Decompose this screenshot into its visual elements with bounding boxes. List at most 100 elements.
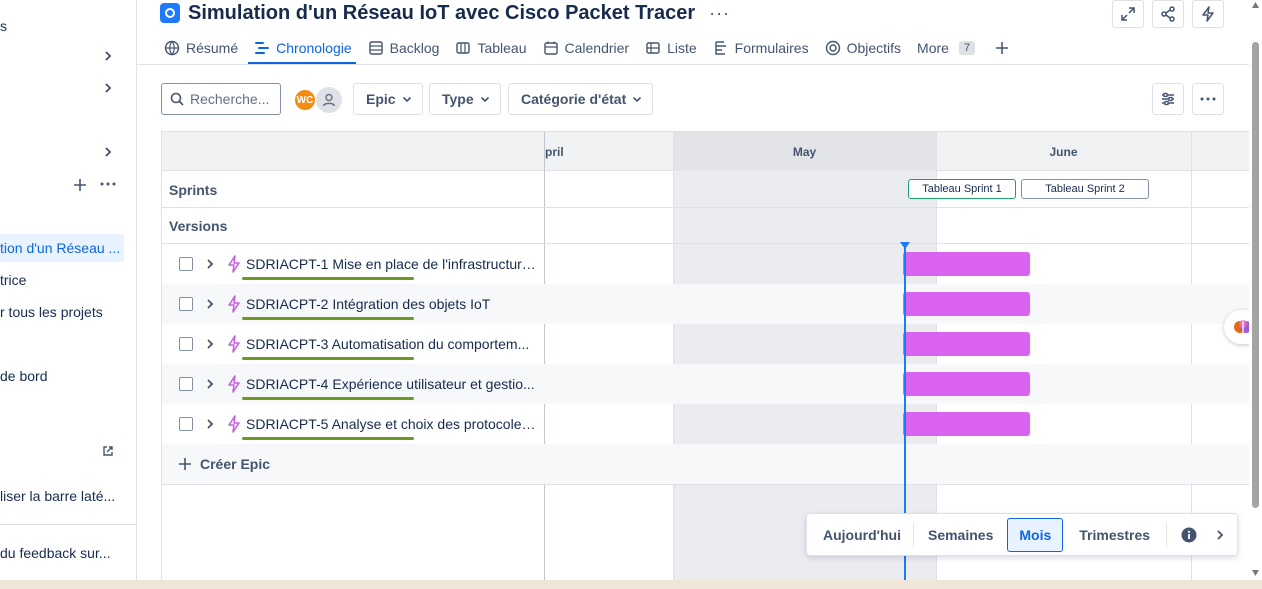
lane-divider <box>162 484 1249 485</box>
epic-checkbox[interactable] <box>179 297 193 311</box>
tab-goals[interactable]: Objectifs <box>821 34 913 62</box>
target-icon <box>825 40 840 56</box>
chevron-right-icon[interactable] <box>204 257 216 271</box>
filter-status-category-button[interactable]: Catégorie d'état <box>508 83 654 115</box>
epic-progress-bar <box>242 317 414 320</box>
epic-checkbox[interactable] <box>179 257 193 271</box>
epic-row[interactable]: SDRIACPT-1 Mise en place de l'infrastruc… <box>162 244 1249 284</box>
tab-label: Liste <box>667 40 697 56</box>
scrollbar-thumb[interactable] <box>1252 42 1259 508</box>
tab-label: Tableau <box>477 40 527 56</box>
sidebar-item[interactable]: liser la barre laté... <box>0 482 136 510</box>
epic-summary: Automatisation du comportem... <box>331 336 530 352</box>
epic-bar[interactable] <box>903 332 1030 356</box>
chevron-right-icon[interactable] <box>204 297 216 311</box>
sidebar-item[interactable]: s <box>0 12 136 40</box>
tab-backlog[interactable]: Backlog <box>364 34 452 62</box>
plus-icon[interactable] <box>995 41 1009 55</box>
create-epic-button[interactable]: Créer Epic <box>178 456 270 472</box>
month-may: May <box>673 132 936 171</box>
epic-checkbox[interactable] <box>179 337 193 351</box>
epic-row[interactable]: SDRIACPT-2 Intégration des objets IoT <box>162 284 1249 324</box>
share-button[interactable] <box>1152 0 1184 28</box>
sidebar-item[interactable]: du feedback sur... <box>0 539 136 567</box>
more-icon[interactable] <box>100 182 116 186</box>
info-button[interactable] <box>1167 518 1207 552</box>
zoom-weeks-button[interactable]: Semaines <box>914 518 1007 552</box>
epic-progress-bar <box>242 357 414 360</box>
epic-key: SDRIACPT-2 <box>246 296 329 312</box>
tab-summary[interactable]: Résumé <box>160 34 250 62</box>
zoom-next-button[interactable] <box>1207 518 1233 552</box>
epic-bar[interactable] <box>903 412 1030 436</box>
scroll-down-icon[interactable] <box>1252 570 1259 576</box>
sidebar-item[interactable]: de bord <box>0 362 136 390</box>
external-link-icon <box>103 446 113 456</box>
epic-summary: Mise en place de l'infrastructure... <box>332 256 536 272</box>
filter-label: Epic <box>366 91 396 107</box>
filter-epic-button[interactable]: Epic <box>353 83 423 115</box>
timeline-zoom-control: Aujourd'hui Semaines Mois Trimestres <box>806 513 1238 556</box>
epic-bar[interactable] <box>903 292 1030 316</box>
zoom-months-button[interactable]: Mois <box>1007 517 1064 552</box>
tab-board[interactable]: Tableau <box>451 34 538 62</box>
epic-checkbox[interactable] <box>179 417 193 431</box>
sidebar-item[interactable] <box>0 76 136 104</box>
search-input[interactable]: Recherche... <box>161 83 281 115</box>
chevron-right-icon <box>105 83 112 93</box>
zoom-quarters-button[interactable]: Trimestres <box>1063 518 1166 552</box>
sidebar-item-project[interactable]: tion d'un Réseau ... <box>0 234 124 262</box>
tab-more[interactable]: More 7 <box>913 34 1021 62</box>
more-actions-button[interactable] <box>1192 83 1224 115</box>
epic-title[interactable]: SDRIACPT-3 Automatisation du comportem..… <box>246 336 536 352</box>
avatar[interactable]: WC <box>293 88 317 112</box>
create-epic-label: Créer Epic <box>200 456 271 472</box>
epic-row[interactable]: SDRIACPT-3 Automatisation du comportem..… <box>162 324 1249 364</box>
chevron-right-icon <box>1217 529 1224 540</box>
epic-title[interactable]: SDRIACPT-5 Analyse et choix des protocol… <box>246 416 536 432</box>
tab-list[interactable]: Liste <box>641 34 709 62</box>
today-button[interactable]: Aujourd'hui <box>807 518 913 552</box>
epic-checkbox[interactable] <box>179 377 193 391</box>
sidebar-item-external[interactable] <box>0 440 136 468</box>
epic-row[interactable]: SDRIACPT-4 Expérience utilisateur et ges… <box>162 364 1249 404</box>
epic-row[interactable]: SDRIACPT-5 Analyse et choix des protocol… <box>162 404 1249 444</box>
filter-label: Catégorie d'état <box>521 91 627 107</box>
tab-calendar[interactable]: Calendrier <box>539 34 642 62</box>
automation-button[interactable] <box>1192 0 1224 28</box>
project-icon <box>160 3 180 23</box>
chevron-down-icon <box>480 96 489 103</box>
chevron-right-icon[interactable] <box>204 377 216 391</box>
epic-summary: Expérience utilisateur et gestio... <box>332 376 535 392</box>
person-icon <box>322 93 336 107</box>
view-settings-button[interactable] <box>1152 83 1184 115</box>
epic-title[interactable]: SDRIACPT-2 Intégration des objets IoT <box>246 296 536 312</box>
epic-title[interactable]: SDRIACPT-4 Expérience utilisateur et ges… <box>246 376 536 392</box>
tab-forms[interactable]: Formulaires <box>709 34 821 62</box>
sidebar-item[interactable] <box>0 140 136 168</box>
sidebar-item-label: trice <box>0 272 27 288</box>
vertical-scrollbar[interactable] <box>1249 0 1262 589</box>
sidebar-item[interactable]: r tous les projets <box>0 298 136 326</box>
fullscreen-button[interactable] <box>1112 0 1144 28</box>
unassigned-avatar[interactable] <box>316 87 342 113</box>
filter-type-button[interactable]: Type <box>429 83 501 115</box>
month-april: pril <box>545 144 564 159</box>
tab-label: Objectifs <box>846 40 902 56</box>
chevron-right-icon[interactable] <box>204 417 216 431</box>
sprint-chip[interactable]: Tableau Sprint 1 <box>908 179 1016 199</box>
epic-bar[interactable] <box>903 252 1030 276</box>
chevron-down-icon <box>633 96 642 103</box>
tab-timeline[interactable]: Chronologie <box>248 34 364 64</box>
tab-bar: Résumé Chronologie Backlog Tableau Calen… <box>160 34 1021 64</box>
sprint-chip[interactable]: Tableau Sprint 2 <box>1021 179 1149 199</box>
sidebar-item[interactable] <box>0 44 136 72</box>
sidebar-item[interactable]: trice <box>0 266 136 294</box>
plus-icon[interactable] <box>73 178 87 192</box>
epic-bar[interactable] <box>903 372 1030 396</box>
scroll-up-icon[interactable] <box>1252 2 1259 8</box>
epic-title[interactable]: SDRIACPT-1 Mise en place de l'infrastruc… <box>246 256 536 272</box>
page-title: Simulation d'un Réseau IoT avec Cisco Pa… <box>188 1 696 24</box>
chevron-right-icon[interactable] <box>204 337 216 351</box>
title-more-button[interactable]: ··· <box>709 3 730 24</box>
